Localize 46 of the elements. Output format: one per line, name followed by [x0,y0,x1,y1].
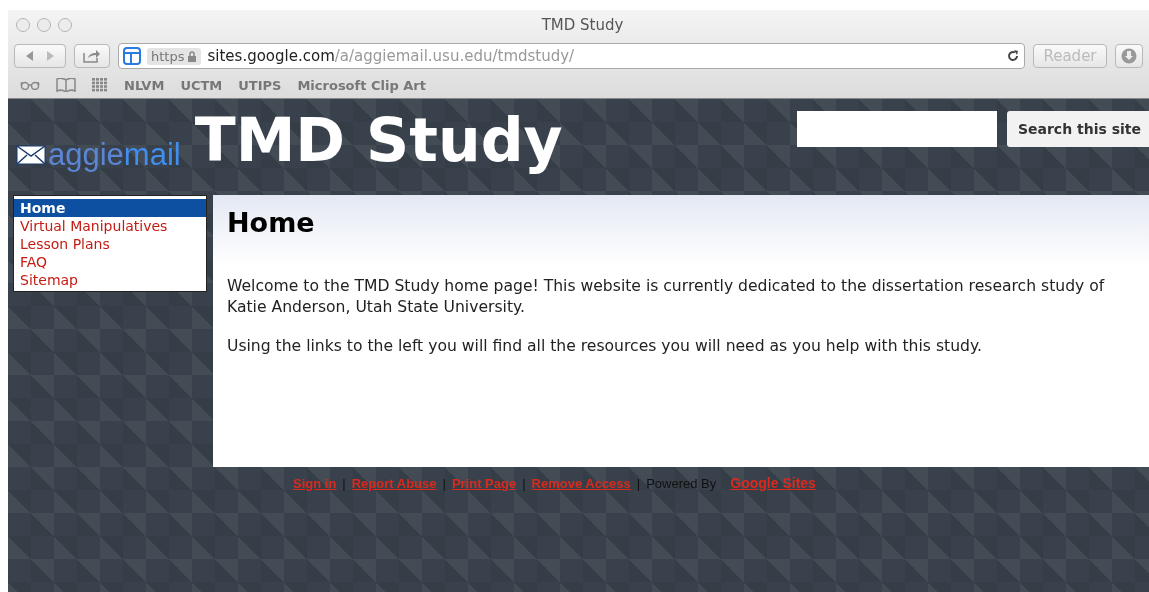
nav-link[interactable]: Virtual Manipulatives [14,217,206,235]
powered-by-text: Powered By [646,475,717,491]
zoom-button[interactable] [58,18,72,32]
share-icon [83,49,101,63]
grid-icon[interactable] [92,78,108,92]
footer-link[interactable]: Report Abuse [351,475,437,491]
back-forward-button[interactable] [14,44,66,68]
share-button[interactable] [74,44,110,68]
search-field[interactable] [796,111,997,147]
nav-link[interactable]: Sitemap [14,271,206,289]
separator: | [522,475,526,491]
downloads-button[interactable] [1115,44,1143,68]
tab-view-icon[interactable] [123,47,141,65]
footer-link[interactable]: Remove Access [531,475,631,491]
site-title: TMD Study [194,105,563,175]
separator: | [636,475,641,491]
site-logo[interactable]: aggiemail [48,137,181,173]
bookmark-link[interactable]: UTIPS [238,77,282,93]
bookmark-link[interactable]: NLVM [124,77,165,93]
separator: | [342,475,346,491]
lock-icon [187,50,198,62]
close-button[interactable] [16,18,30,32]
footer-link[interactable]: Print Page [451,475,517,491]
nav-link[interactable]: FAQ [14,253,206,271]
reader-button[interactable]: Reader [1033,44,1107,68]
bookmark-link[interactable]: Microsoft Clip Art [297,77,426,93]
bookmark-link[interactable]: UCTM [180,77,223,93]
envelope-icon [16,145,46,165]
minimize-button[interactable] [37,18,51,32]
search-button[interactable]: Search this site [1006,111,1149,147]
page-heading: Home [227,207,316,238]
book-icon[interactable] [56,78,76,92]
glasses-icon[interactable] [20,80,40,90]
footer-link[interactable]: Sign in [293,475,337,491]
separator: | [442,475,446,491]
https-label: https [147,47,202,65]
nav-link[interactable]: Home [14,196,206,217]
url-text: sites.google.com/a/aggiemail.usu.edu/tmdstudy/ [207,47,576,65]
window-title: TMD Study [541,16,625,34]
reload-icon[interactable] [1006,49,1020,63]
address-field[interactable]: https sites.google.com/a/aggiemail.usu.edu/tmdstudy/ [118,43,1025,69]
paragraph: Using the links to the left you will find all the resources you will need as you help with this study. [227,336,983,357]
download-icon [1121,48,1137,64]
nav-link[interactable]: Lesson Plans [14,235,206,253]
google-sites-link[interactable]: Google Sites [730,475,816,491]
paragraph: Welcome to the TMD Study home page! This website is currently dedicated to the dissertation research study of Katie Anderson, Utah State University. [227,276,1106,318]
